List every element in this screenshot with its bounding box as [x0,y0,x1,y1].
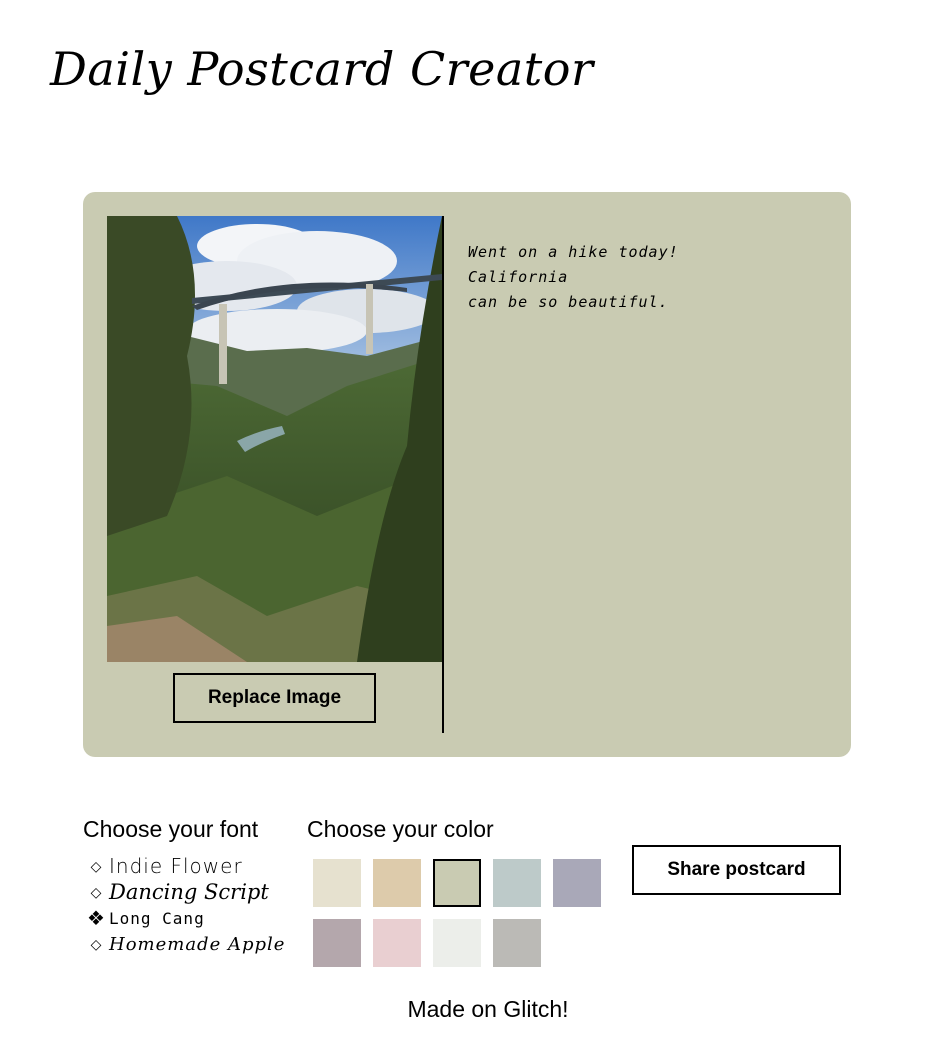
font-chooser-heading: Choose your font [83,816,259,842]
font-option-label: Dancing Script [109,880,269,904]
color-swatch[interactable] [493,919,541,967]
font-option-label: Long Cang [109,908,205,928]
color-chooser: Choose your color [307,815,601,967]
share-postcard-button[interactable]: Share postcard [632,845,841,895]
page-title: Daily Postcard Creator [50,42,594,96]
font-option-dancing-script[interactable]: ◇ Dancing Script [83,879,285,905]
color-chooser-heading: Choose your color [307,816,494,842]
postcard-message[interactable]: Went on a hike today! California can be … [468,240,788,315]
color-swatch[interactable] [373,859,421,907]
postcard-photo [107,216,442,662]
font-option-label: Homemade Apple [109,933,286,955]
color-swatch[interactable] [313,919,361,967]
color-swatches [313,859,613,969]
font-options: ◇ Indie Flower ◇ Dancing Script ❖ Long C… [83,853,285,957]
color-swatch[interactable] [433,919,481,967]
color-swatch[interactable] [553,859,601,907]
diamond-outline-icon: ◇ [90,935,102,952]
color-swatch[interactable] [313,859,361,907]
font-option-long-cang[interactable]: ❖ Long Cang [83,905,285,931]
color-swatch[interactable] [373,919,421,967]
postcard: Replace Image Went on a hike today! Cali… [83,192,851,757]
font-option-label: Indie Flower [109,854,243,878]
font-option-homemade-apple[interactable]: ◇ Homemade Apple [83,931,285,957]
font-chooser: Choose your font ◇ Indie Flower ◇ Dancin… [83,815,285,957]
font-option-indie-flower[interactable]: ◇ Indie Flower [83,853,285,879]
diamond-outline-icon: ◇ [90,883,102,900]
footer: Made on Glitch! [0,994,934,1024]
color-swatch[interactable] [493,859,541,907]
postcard-divider [442,216,444,733]
replace-image-button[interactable]: Replace Image [173,673,376,723]
footer-text: Made on Glitch! [407,996,569,1022]
color-swatch[interactable] [433,859,481,907]
diamond-outline-icon: ◇ [90,857,102,874]
diamond-filled-icon: ❖ [87,907,105,930]
